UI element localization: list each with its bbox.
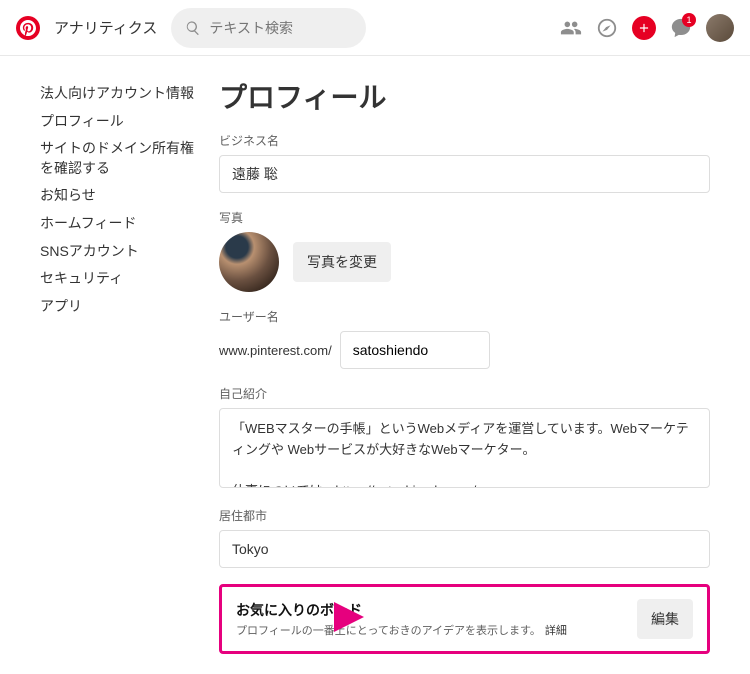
profile-form: プロフィール ビジネス名 写真 写真を変更 ユーザー名 www.pinteres…: [219, 76, 710, 654]
sidebar-item-claim[interactable]: サイトのドメイン所有権を確認する: [40, 135, 195, 182]
url-prefix: www.pinterest.com/: [219, 343, 332, 358]
notification-badge: 1: [682, 13, 696, 27]
sidebar-item-profile[interactable]: プロフィール: [40, 108, 195, 136]
main-content: 法人向けアカウント情報 プロフィール サイトのドメイン所有権を確認する お知らせ…: [0, 56, 750, 674]
search-icon: [185, 20, 201, 36]
search-input[interactable]: [209, 20, 351, 36]
field-business-name: ビジネス名: [219, 132, 710, 193]
edit-featured-button[interactable]: 編集: [637, 599, 693, 639]
field-photo: 写真 写真を変更: [219, 209, 710, 292]
username-input[interactable]: [340, 331, 490, 369]
business-name-input[interactable]: [219, 155, 710, 193]
sidebar-item-apps[interactable]: アプリ: [40, 293, 195, 321]
city-label: 居住都市: [219, 507, 710, 524]
messages-icon[interactable]: 1: [670, 17, 692, 39]
user-avatar[interactable]: [706, 14, 734, 42]
about-label: 自己紹介: [219, 385, 710, 402]
sidebar-item-social[interactable]: SNSアカウント: [40, 238, 195, 266]
field-city: 居住都市: [219, 507, 710, 568]
annotation-arrow-icon: [189, 592, 369, 642]
sidebar-item-security[interactable]: セキュリティ: [40, 265, 195, 293]
change-photo-button[interactable]: 写真を変更: [293, 242, 391, 282]
username-label: ユーザー名: [219, 308, 710, 325]
photo-label: 写真: [219, 209, 710, 226]
field-username: ユーザー名 www.pinterest.com/: [219, 308, 710, 369]
sidebar-item-notifications[interactable]: お知らせ: [40, 182, 195, 210]
page-title: プロフィール: [219, 76, 710, 116]
profile-photo: [219, 232, 279, 292]
app-header: アナリティクス 1: [0, 0, 750, 56]
search-box[interactable]: [171, 8, 365, 48]
business-name-label: ビジネス名: [219, 132, 710, 149]
field-about: 自己紹介 「WEBマスターの手帳」というWebメディアを運営しています。Webマ…: [219, 385, 710, 491]
sidebar-item-business[interactable]: 法人向けアカウント情報: [40, 80, 195, 108]
people-icon[interactable]: [560, 17, 582, 39]
settings-sidebar: 法人向けアカウント情報 プロフィール サイトのドメイン所有権を確認する お知らせ…: [40, 76, 195, 654]
featured-more-link[interactable]: 詳細: [545, 625, 567, 637]
analytics-link[interactable]: アナリティクス: [54, 17, 157, 38]
city-input[interactable]: [219, 530, 710, 568]
about-textarea[interactable]: 「WEBマスターの手帳」というWebメディアを運営しています。Webマーケティン…: [219, 408, 710, 488]
sidebar-item-homefeed[interactable]: ホームフィード: [40, 210, 195, 238]
compass-icon[interactable]: [596, 17, 618, 39]
add-button[interactable]: [632, 16, 656, 40]
pinterest-logo-icon[interactable]: [16, 16, 40, 40]
